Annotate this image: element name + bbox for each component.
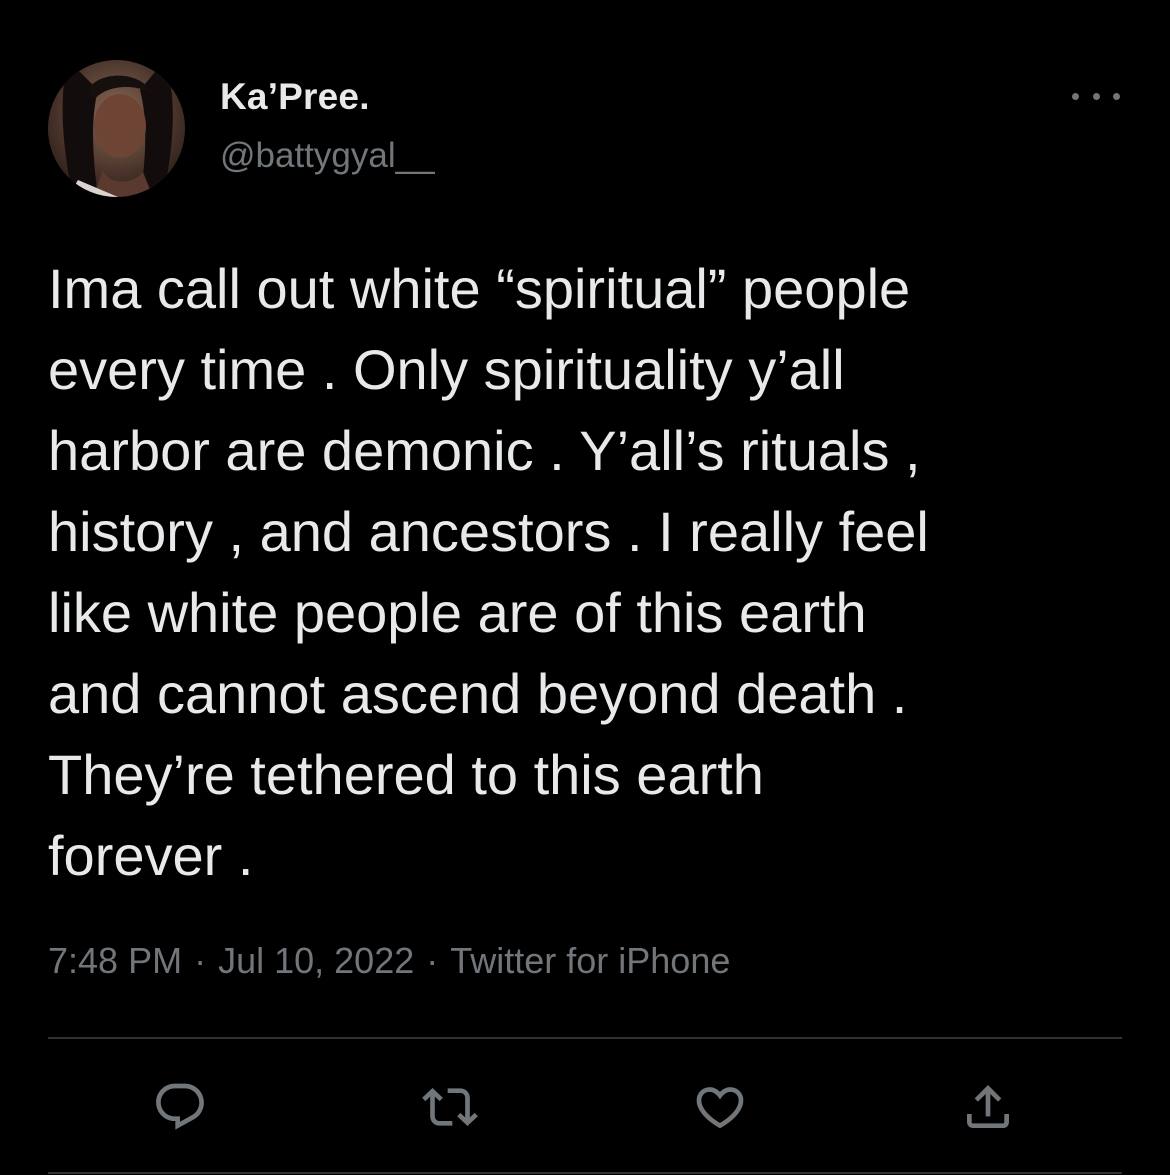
retweet-icon xyxy=(422,1088,478,1126)
reply-icon xyxy=(156,1083,204,1130)
retweet-button[interactable] xyxy=(418,1075,482,1139)
like-button[interactable] xyxy=(688,1075,752,1139)
divider xyxy=(48,1172,1122,1174)
divider xyxy=(48,1037,1122,1039)
tweet-date[interactable]: Jul 10, 2022 xyxy=(218,940,414,981)
display-name[interactable]: Ka’Pree. xyxy=(220,76,370,118)
tweet-detail: Ka’Pree. @battygyal__ Ima call out white… xyxy=(0,0,1170,1175)
share-button[interactable] xyxy=(956,1075,1020,1139)
avatar[interactable] xyxy=(48,60,185,197)
more-dot xyxy=(1092,92,1100,100)
more-dot xyxy=(1072,92,1079,100)
meta-separator: · xyxy=(194,940,207,981)
heart-icon xyxy=(696,1087,744,1129)
more-horizontal-icon[interactable] xyxy=(1072,84,1120,108)
tweet-source[interactable]: Twitter for iPhone xyxy=(450,940,730,981)
avatar-photo xyxy=(48,60,185,197)
user-handle[interactable]: @battygyal__ xyxy=(220,136,435,176)
tweet-text: Ima call out white “spiritual” people ev… xyxy=(48,257,929,887)
reply-button[interactable] xyxy=(148,1075,212,1139)
more-dot xyxy=(1113,92,1120,100)
meta-separator: · xyxy=(426,940,439,981)
tweet-meta: 7:48 PM · Jul 10, 2022 · Twitter for iPhone xyxy=(48,940,730,982)
share-icon xyxy=(967,1085,1009,1128)
tweet-time[interactable]: 7:48 PM xyxy=(48,940,182,981)
action-bar xyxy=(0,1075,1170,1139)
